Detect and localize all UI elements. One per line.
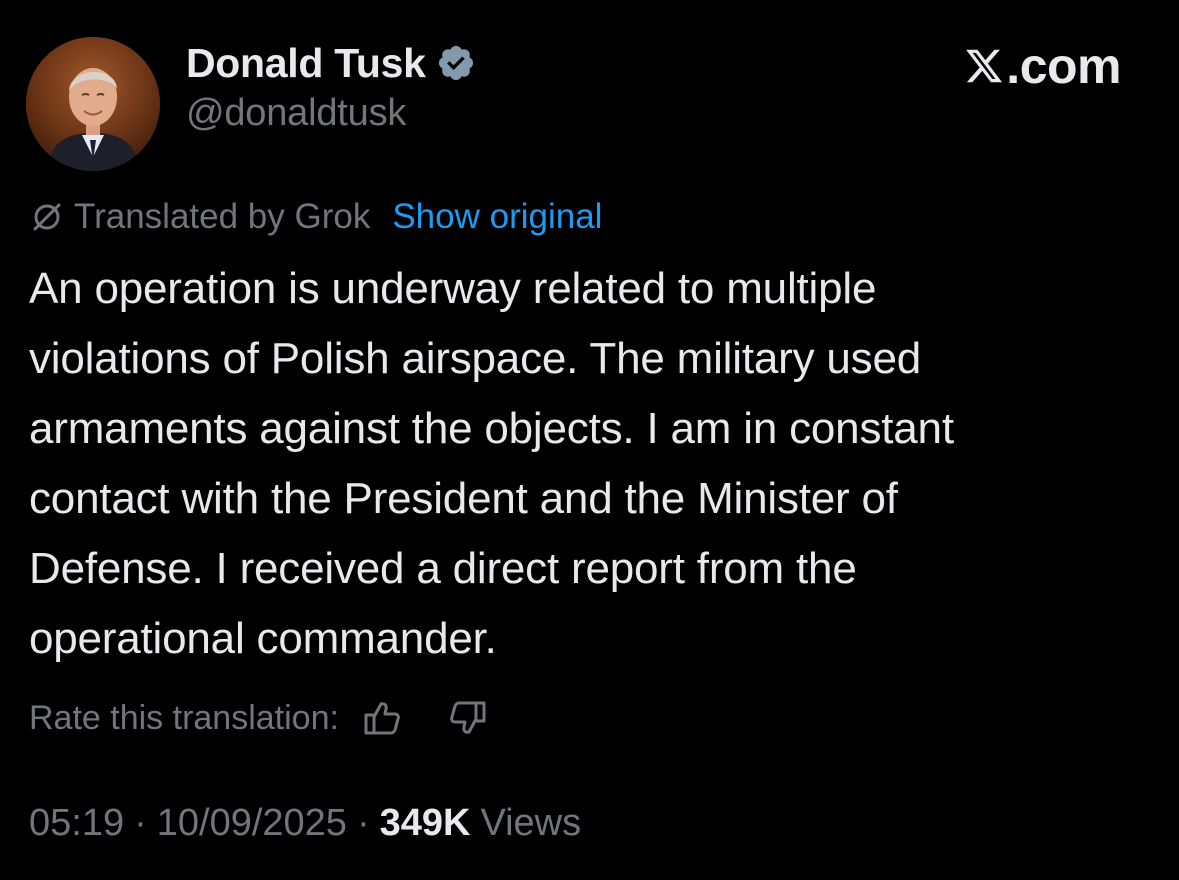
translate-icon [30, 200, 64, 234]
brand-text: .com [1006, 38, 1121, 94]
profile-photo [26, 37, 160, 171]
author-name-row: Donald Tusk [186, 38, 476, 88]
tweet-text-line: An operation is underway related to mult… [29, 264, 877, 313]
rate-translation-row: Rate this translation: [29, 693, 489, 743]
views-label: Views [480, 801, 582, 844]
tweet-date[interactable]: 10/09/2025 [157, 802, 347, 845]
brand-watermark: .com [964, 38, 1121, 94]
avatar[interactable] [26, 37, 160, 171]
tweet-text-line: operational commander. [29, 614, 497, 663]
thumbs-up-icon[interactable] [361, 696, 405, 740]
thumbs-down-icon[interactable] [445, 696, 489, 740]
author-handle[interactable]: @donaldtusk [186, 92, 406, 135]
tweet-text-line: violations of Polish airspace. The milit… [29, 334, 922, 383]
author-display-name[interactable]: Donald Tusk [186, 40, 426, 87]
tweet-meta: 05:19 · 10/09/2025 · 349K Views [29, 798, 581, 848]
views-count[interactable]: 349K [380, 802, 471, 845]
tweet-time[interactable]: 05:19 [29, 802, 124, 845]
tweet-text-line: armaments against the objects. I am in c… [29, 404, 954, 453]
tweet-text-line: contact with the President and the Minis… [29, 474, 898, 523]
translation-bar: Translated by Grok Show original [30, 195, 602, 239]
meta-separator: · [356, 801, 370, 844]
meta-separator: · [134, 801, 147, 844]
rate-translation-label: Rate this translation: [29, 698, 339, 737]
tweet-text: An operation is underway related to mult… [29, 254, 1149, 674]
tweet-text-line: Defense. I received a direct report from… [29, 544, 857, 593]
verified-badge-icon[interactable] [436, 43, 476, 83]
translated-by-label: Translated by Grok [74, 197, 371, 236]
show-original-link[interactable]: Show original [392, 197, 602, 237]
x-logo-icon [964, 46, 1004, 86]
